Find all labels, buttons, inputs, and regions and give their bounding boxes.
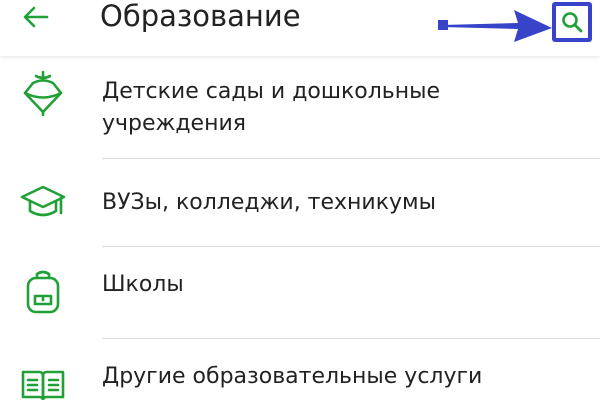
category-list: Детские сады и дошкольные учреждения ВУЗ… [0, 56, 600, 400]
screen: Образование Детские сады и дошкольные уч… [0, 0, 600, 400]
search-button[interactable] [552, 2, 592, 42]
list-item-label: Детские сады и дошкольные учреждения [102, 79, 441, 136]
arrow-left-icon [23, 6, 49, 28]
list-item-schools[interactable]: Школы [0, 247, 600, 339]
list-item-label: ВУЗы, колледжи, техникумы [102, 190, 437, 215]
open-book-icon [21, 370, 65, 400]
spinning-top-icon [23, 70, 63, 116]
back-button[interactable] [16, 0, 56, 34]
page-title: Образование [100, 0, 301, 33]
search-icon [562, 12, 583, 33]
list-item-other-services[interactable]: Другие образовательные услуги [0, 339, 600, 400]
arrow-right-icon [438, 10, 552, 42]
list-item-universities[interactable]: ВУЗы, колледжи, техникумы [0, 159, 600, 247]
list-item-kindergartens[interactable]: Детские сады и дошкольные учреждения [0, 56, 600, 159]
list-item-label: Другие образовательные услуги [102, 364, 483, 389]
backpack-icon [26, 270, 60, 314]
graduation-cap-icon [20, 185, 66, 217]
app-header: Образование [0, 0, 600, 56]
list-item-label: Школы [102, 272, 184, 297]
